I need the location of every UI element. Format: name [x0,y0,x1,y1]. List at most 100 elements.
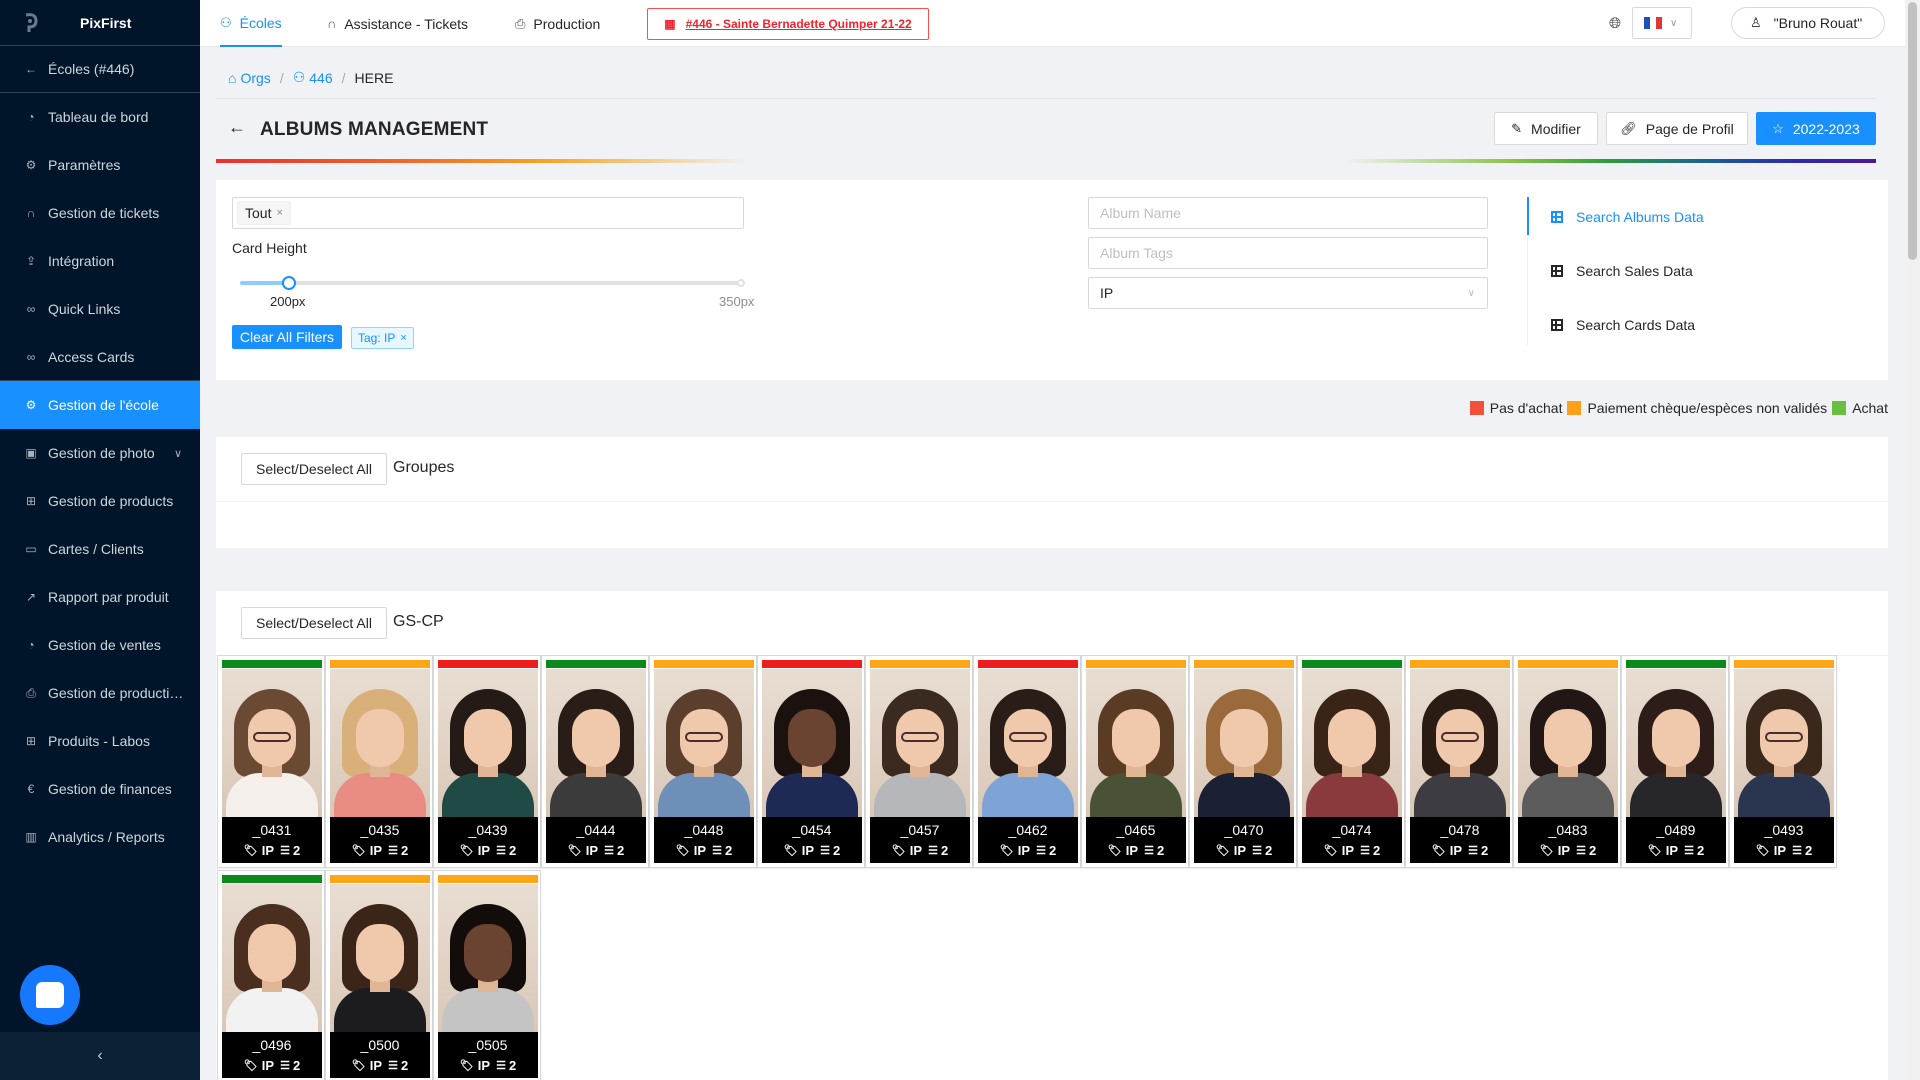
page-scrollbar[interactable] [1905,0,1920,1080]
select-deselect-all-button[interactable]: Select/Deselect All [241,607,387,639]
album-count: 2 [292,843,301,858]
tab-production[interactable]: ⎙ Production [515,0,600,47]
slider-handle[interactable] [282,276,296,290]
breadcrumb-orgs[interactable]: ⌂ Orgs [228,70,271,86]
user-menu[interactable]: ♙ "Bruno Rouat" [1731,7,1885,39]
album-card[interactable]: _0457 🏷︎ IP ☰ 2 [865,655,973,868]
profile-page-button[interactable]: 🔗︎ Page de Profil [1606,112,1748,145]
album-name: _0500 [360,1037,400,1053]
school-icon: ▦ [664,17,676,31]
select-deselect-all-button[interactable]: Select/Deselect All [241,453,387,485]
sidebar-collapse-button[interactable]: ‹ [0,1032,200,1080]
sidebar-item-cartes-clients[interactable]: ▭ Cartes / Clients [0,525,200,573]
sidebar-item-param-tres[interactable]: ⚙ Paramètres [0,141,200,189]
close-icon[interactable]: × [400,332,406,344]
sidebar-item-access-cards[interactable]: ∞ Access Cards [0,333,200,381]
sidebar-item-quick-links[interactable]: ∞ Quick Links [0,285,200,333]
sidebar-item-gestion-de-l-cole[interactable]: ⚙ Gestion de l'école [0,381,200,429]
sidebar-item-analytics-reports[interactable]: ▥ Analytics / Reports [0,813,200,861]
top-bar: ⚇ Écoles ∩ Assistance - Tickets ⎙ Produc… [200,0,1905,47]
album-count: 2 [400,1058,409,1073]
scrollbar-thumb[interactable] [1908,2,1917,260]
sidebar-item-gestion-de-photo[interactable]: ▣ Gestion de photo ∨ [0,429,200,477]
album-card[interactable]: _0431 🏷︎ IP ☰ 2 [217,655,325,868]
breadcrumb-school[interactable]: ⚇ 446 [293,69,333,86]
sidebar-item-gestion-de-tickets[interactable]: ∩ Gestion de tickets [0,189,200,237]
album-tags-input[interactable]: Album Tags [1088,237,1488,269]
sidebar-item-produits-labos[interactable]: ⊞ Produits - Labos [0,717,200,765]
card-info: _0474 🏷︎ IP ☰ 2 [1302,817,1402,863]
legend-label: Paiement chèque/espèces non validés [1587,400,1828,416]
tab-assistance-tickets[interactable]: ∩ Assistance - Tickets [327,0,468,47]
modifier-button[interactable]: ✎ Modifier [1494,112,1598,145]
album-card[interactable]: _0489 🏷︎ IP ☰ 2 [1621,655,1729,868]
sidebar-item-label: Intégration [48,253,115,269]
student-photo [1410,669,1510,817]
language-select[interactable]: ∨ [1632,7,1692,39]
album-card[interactable]: _0454 🏷︎ IP ☰ 2 [757,655,865,868]
arrow-left-icon: ← [25,62,37,76]
tag-filter-value: IP [1100,285,1114,301]
group-section: Select/Deselect All Groupes [216,437,1888,548]
sidebar-item-label: Quick Links [48,301,121,317]
album-name: _0474 [1332,822,1372,838]
chat-support-button[interactable] [20,965,80,1025]
sidebar-back-label: Écoles (#446) [48,61,135,77]
album-name: _0483 [1548,822,1588,838]
sidebar-logo[interactable]: PixFirst [0,0,200,46]
sidebar-item-gestion-de-producti[interactable]: ⎙ Gestion de producti… [0,669,200,717]
album-count: 2 [1696,843,1705,858]
back-arrow-icon[interactable]: ← [228,117,246,138]
album-name: _0457 [900,822,940,838]
card-info: _0454 🏷︎ IP ☰ 2 [762,817,862,863]
group-tags-select[interactable]: Tout × [232,197,744,229]
breadcrumb-separator: / [279,69,284,86]
album-tag: IP [1125,843,1139,858]
sidebar-item-gestion-de-ventes[interactable]: ◔ Gestion de ventes [0,621,200,669]
album-card[interactable]: _0465 🏷︎ IP ☰ 2 [1081,655,1189,868]
album-count: 2 [832,843,841,858]
student-photo [1086,669,1186,817]
tab-search-sales[interactable]: Search Sales Data [1551,263,1693,279]
album-card[interactable]: _0478 🏷︎ IP ☰ 2 [1405,655,1513,868]
close-icon[interactable]: × [276,207,282,219]
group-name: GS-CP [393,613,444,630]
legend-purchase: Achat [1832,400,1888,416]
clear-all-filters-button[interactable]: Clear All Filters [232,325,342,349]
sidebar-back-schools[interactable]: ← Écoles (#446) [0,46,200,93]
album-meta: 🏷︎ IP ☰ 2 [870,841,970,861]
album-card[interactable]: _0500 🏷︎ IP ☰ 2 [325,870,433,1080]
album-card[interactable]: _0435 🏷︎ IP ☰ 2 [325,655,433,868]
sidebar-item-gestion-de-finances[interactable]: € Gestion de finances [0,765,200,813]
album-card[interactable]: _0462 🏷︎ IP ☰ 2 [973,655,1081,868]
album-count: 2 [400,843,409,858]
tab-search-cards[interactable]: Search Cards Data [1551,317,1695,333]
album-name-input[interactable]: Album Name [1088,197,1488,229]
album-card[interactable]: _0483 🏷︎ IP ☰ 2 [1513,655,1621,868]
album-card[interactable]: _0493 🏷︎ IP ☰ 2 [1729,655,1837,868]
school-year-button[interactable]: ☆ 2022-2023 [1756,112,1876,145]
globe-icon: 🌐︎ [1609,15,1622,32]
tab-search-sales-label: Search Sales Data [1576,263,1693,279]
album-card[interactable]: _0444 🏷︎ IP ☰ 2 [541,655,649,868]
sidebar-item-gestion-de-products[interactable]: ⊞ Gestion de products [0,477,200,525]
slider-track-fill [240,281,288,285]
album-card[interactable]: _0496 🏷︎ IP ☰ 2 [217,870,325,1080]
album-card[interactable]: _0505 🏷︎ IP ☰ 2 [433,870,541,1080]
sidebar-item-label: Gestion de finances [48,781,172,797]
album-card[interactable]: _0470 🏷︎ IP ☰ 2 [1189,655,1297,868]
sidebar-item-rapport-par-produit[interactable]: ↗ Rapport par produit [0,573,200,621]
current-school-tag[interactable]: ▦ #446 - Sainte Bernadette Quimper 21-22 [647,8,929,40]
sidebar-item-tableau-de-bord[interactable]: ◔ Tableau de bord [0,93,200,141]
card-height-slider[interactable] [240,276,745,290]
tab-search-albums[interactable]: Search Albums Data [1551,209,1704,225]
chevron-left-icon: ‹ [97,1047,103,1064]
album-card[interactable]: _0439 🏷︎ IP ☰ 2 [433,655,541,868]
tab-ecoles[interactable]: ⚇ Écoles [220,0,282,47]
card-height-label: Card Height [232,240,307,256]
album-card[interactable]: _0448 🏷︎ IP ☰ 2 [649,655,757,868]
tag-icon: 🏷︎ [1107,845,1122,857]
album-card[interactable]: _0474 🏷︎ IP ☰ 2 [1297,655,1405,868]
tag-filter-select[interactable]: IP ∨ [1088,277,1488,309]
sidebar-item-int-gration[interactable]: ⇪ Intégration [0,237,200,285]
